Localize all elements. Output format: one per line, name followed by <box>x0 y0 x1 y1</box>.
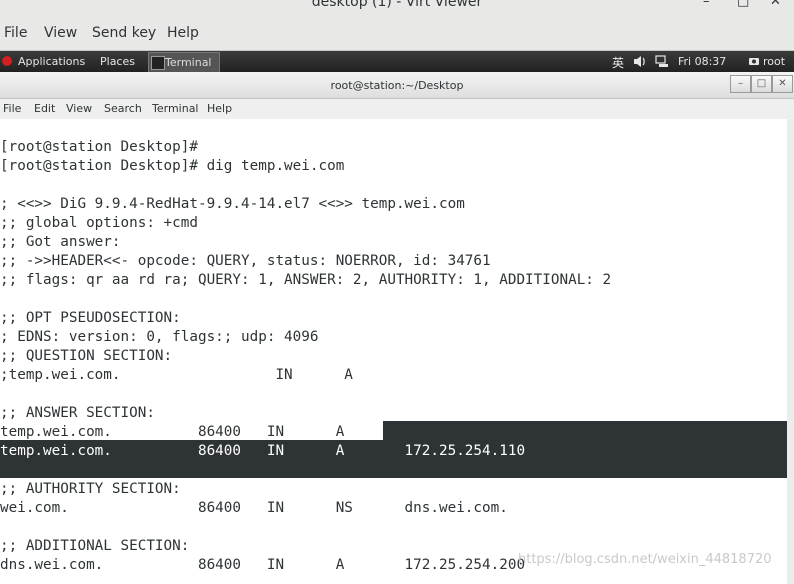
terminal-menu-terminal[interactable]: Terminal <box>152 102 199 115</box>
clock[interactable]: Fri 08:37 <box>678 55 726 68</box>
gnome-top-panel: Applications Places Terminal 英 Fri 08:37… <box>0 51 794 73</box>
terminal-minimize-button[interactable]: – <box>730 75 751 93</box>
terminal-line: ;temp.wei.com. IN A <box>0 367 353 383</box>
terminal-line: ;; ->>HEADER<<- opcode: QUERY, status: N… <box>0 253 491 269</box>
volume-icon[interactable] <box>633 55 647 71</box>
terminal-title: root@station:~/Desktop <box>330 79 464 92</box>
terminal-line: [root@station Desktop]# dig temp.wei.com <box>0 158 345 174</box>
terminal-titlebar: root@station:~/Desktop – □ ✕ <box>0 72 794 99</box>
terminal-line: ;; QUESTION SECTION: <box>0 348 173 364</box>
network-icon[interactable] <box>655 55 669 71</box>
terminal-line: dns.wei.com. 86400 IN A 172.25.254.200 <box>0 557 526 573</box>
terminal-icon <box>151 56 165 70</box>
terminal-line: ;; Got answer: <box>0 234 121 250</box>
terminal-menu-view[interactable]: View <box>66 102 92 115</box>
viewer-titlebar: desktop (1) - Virt Viewer – □ ✕ <box>0 0 794 14</box>
menu-file[interactable]: File <box>4 25 27 41</box>
applications-menu[interactable]: Applications <box>18 55 85 68</box>
maximize-button[interactable]: □ <box>737 0 749 9</box>
watermark: https://blog.csdn.net/weixin_44818720 <box>518 552 772 567</box>
taskbar-terminal[interactable]: Terminal <box>148 52 220 73</box>
terminal-close-button[interactable]: ✕ <box>772 75 793 93</box>
terminal-line: temp.wei.com. 86400 IN A 172.25.254.210 <box>0 424 526 440</box>
terminal-line: temp.wei.com. 86400 IN A 172.25.254.110 <box>0 443 526 459</box>
places-menu[interactable]: Places <box>100 55 135 68</box>
terminal-line: wei.com. 86400 IN NS dns.wei.com. <box>0 500 508 516</box>
terminal-line: ;; OPT PSEUDOSECTION: <box>0 310 181 326</box>
terminal-menubar: File Edit View Search Terminal Help <box>0 99 794 120</box>
terminal-menu-edit[interactable]: Edit <box>34 102 55 115</box>
terminal-menu-file[interactable]: File <box>3 102 21 115</box>
close-button[interactable]: ✕ <box>770 0 781 9</box>
terminal-line: ; EDNS: version: 0, flags:; udp: 4096 <box>0 329 319 345</box>
taskbar-terminal-label: Terminal <box>165 56 212 69</box>
terminal-scrollbar[interactable] <box>787 119 794 584</box>
minimize-button[interactable]: – <box>703 0 710 9</box>
user-menu[interactable]: root <box>763 55 785 68</box>
terminal-line: ;; AUTHORITY SECTION: <box>0 481 181 497</box>
terminal-menu-search[interactable]: Search <box>104 102 142 115</box>
redhat-logo-icon <box>2 56 12 66</box>
menu-send-key[interactable]: Send key <box>92 25 156 41</box>
terminal-menu-help[interactable]: Help <box>207 102 232 115</box>
terminal-line: ;; ANSWER SECTION: <box>0 405 155 421</box>
menu-help[interactable]: Help <box>167 25 199 41</box>
terminal-line: ;; ADDITIONAL SECTION: <box>0 538 190 554</box>
terminal-line: ;; global options: +cmd <box>0 215 198 231</box>
input-method-indicator[interactable]: 英 <box>612 54 624 71</box>
viewer-title: desktop (1) - Virt Viewer <box>311 0 483 10</box>
viewer-menubar: File View Send key Help <box>0 14 794 51</box>
terminal-maximize-button[interactable]: □ <box>751 75 772 93</box>
user-icon <box>748 55 760 70</box>
terminal-line: ; <<>> DiG 9.9.4-RedHat-9.9.4-14.el7 <<>… <box>0 196 465 212</box>
terminal-line: ;; flags: qr aa rd ra; QUERY: 1, ANSWER:… <box>0 272 612 288</box>
terminal-line: [root@station Desktop]# <box>0 139 198 155</box>
terminal-output[interactable]: [root@station Desktop]# [root@station De… <box>0 119 794 584</box>
menu-view[interactable]: View <box>44 25 77 41</box>
terminal-window-buttons: – □ ✕ <box>730 75 794 93</box>
